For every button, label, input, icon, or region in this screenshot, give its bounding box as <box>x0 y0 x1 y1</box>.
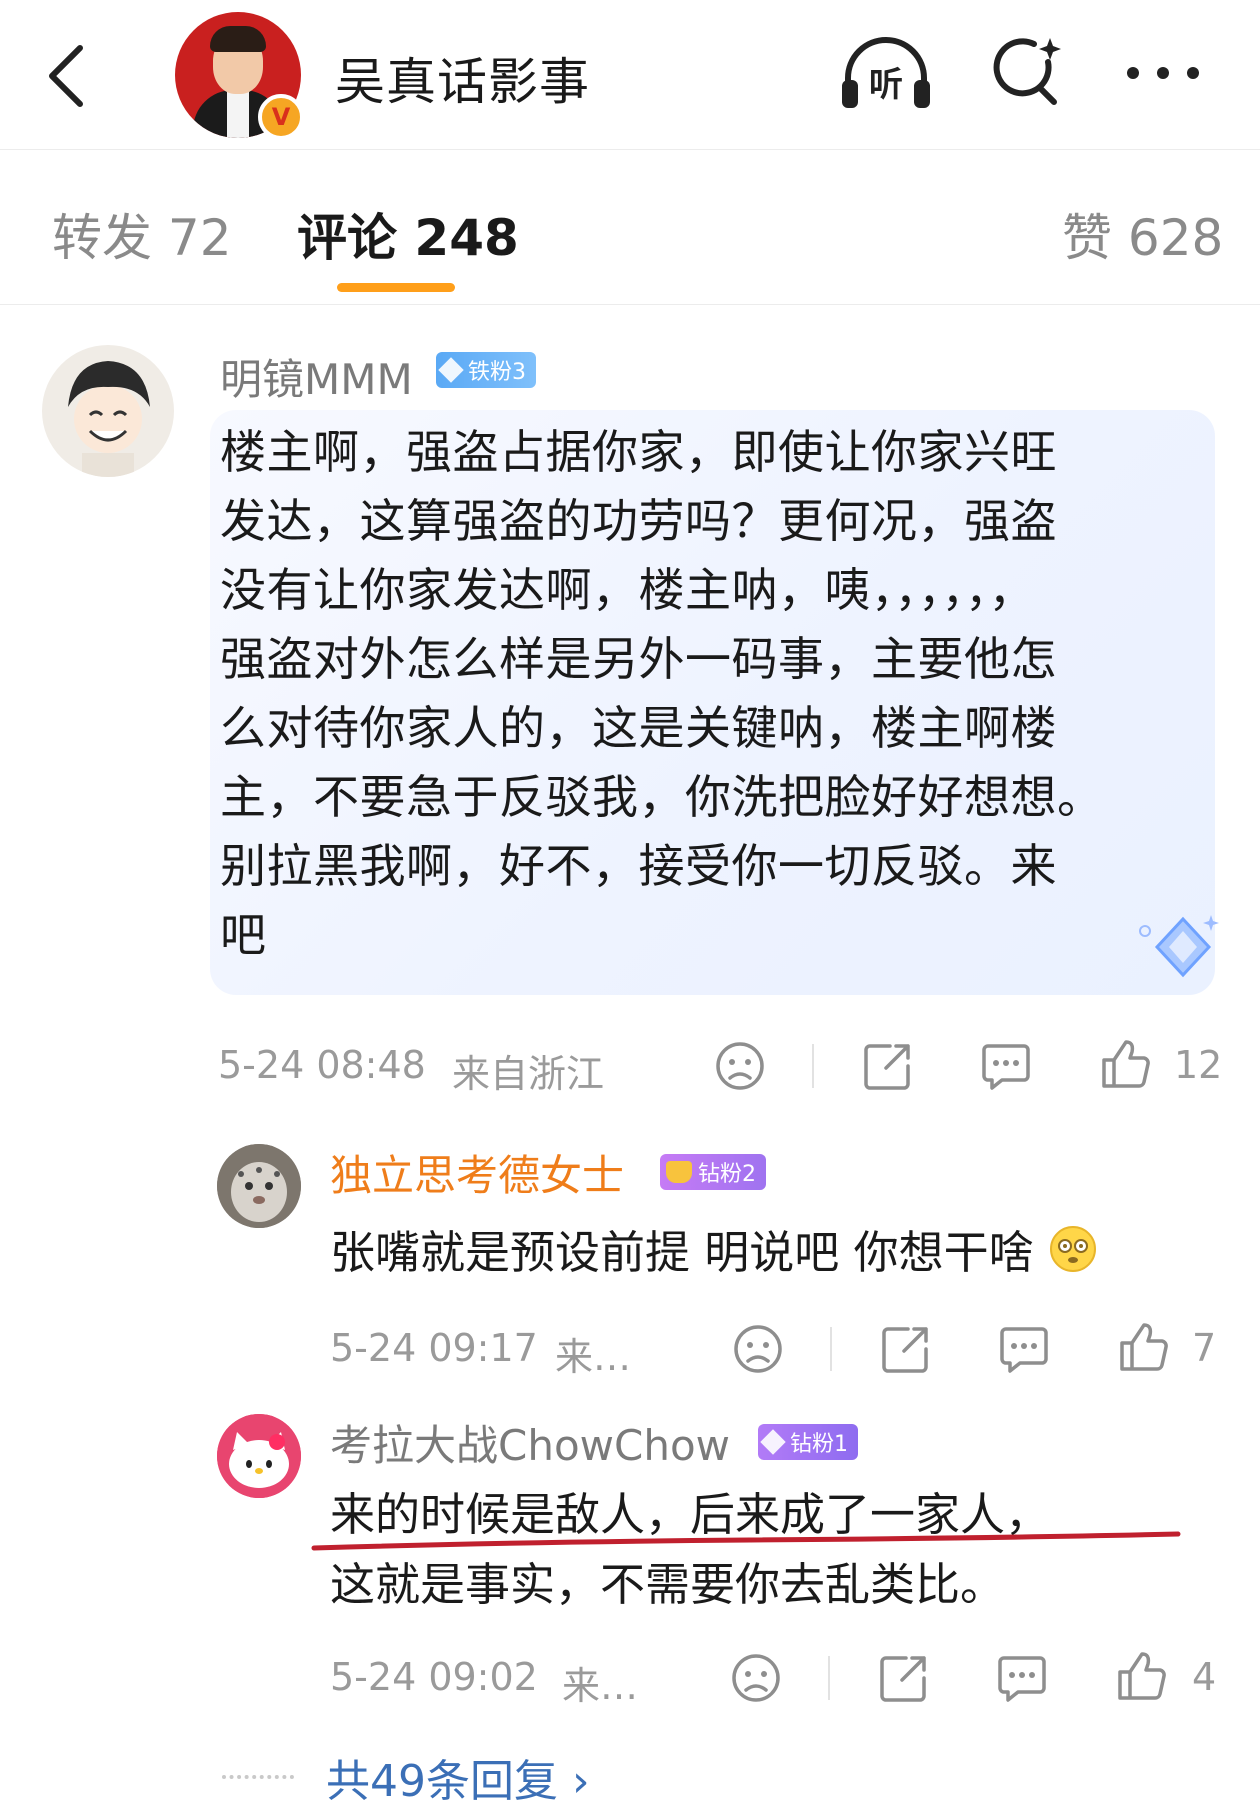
dotted-divider <box>222 1775 294 1779</box>
comment-line: 吧 <box>220 908 267 962</box>
more-replies-link[interactable]: 共49条回复 › <box>326 1745 590 1809</box>
top-bar: V 吴真话影事 听 <box>0 0 1260 150</box>
comment-body: 楼主啊，强盗占据你家，即使让你家兴旺 发达，这算强盗的功劳吗？更何况，强盗 没有… <box>220 418 1104 970</box>
comment-location: 来自浙江 <box>452 1052 605 1096</box>
fan-badge-label: 钻粉1 <box>790 1432 848 1457</box>
thumbs-up-icon[interactable] <box>1098 1036 1154 1092</box>
hello-kitty-avatar-icon <box>217 1414 301 1498</box>
search-sparkle-icon <box>993 38 1061 105</box>
tab-repost[interactable]: 转发 72 <box>52 198 232 270</box>
reply-avatar[interactable] <box>217 1414 301 1498</box>
comment-time: 5-24 08:48 <box>218 1043 426 1087</box>
fan-badge: 钻粉1 <box>758 1424 858 1460</box>
fan-badge: 铁粉3 <box>436 352 536 388</box>
comment-line: 楼主啊，强盗占据你家，即使让你家兴旺 <box>220 425 1057 479</box>
comment-line: 主，不要急于反驳我，你洗把脸好好想想。 <box>220 770 1104 824</box>
commenter-name[interactable]: 明镜MMM <box>220 346 413 407</box>
comment-line: 发达，这算强盗的功劳吗？更何况，强盗 <box>220 494 1057 548</box>
divider <box>828 1656 830 1700</box>
tab-bar: 转发 72 评论 248 赞 628 <box>0 150 1260 305</box>
like-count: 7 <box>1192 1326 1217 1370</box>
dislike-face-icon[interactable] <box>730 1321 786 1377</box>
hand-drawn-underline <box>311 1531 1181 1551</box>
reply-time: 5-24 09:17 <box>330 1326 538 1370</box>
headphones-icon: 听 <box>842 37 930 108</box>
listen-label: 听 <box>869 65 903 105</box>
dislike-face-icon[interactable] <box>728 1650 784 1706</box>
diamond-decoration-icon <box>1139 915 1219 978</box>
reply-bubble-icon[interactable] <box>994 1650 1050 1706</box>
active-tab-indicator <box>337 283 455 292</box>
chevron-left-icon <box>49 45 83 107</box>
fan-badge-label: 钻粉2 <box>698 1162 756 1187</box>
reply-avatar[interactable] <box>217 1144 301 1228</box>
tab-likes[interactable]: 赞 628 <box>1062 198 1223 270</box>
share-icon[interactable] <box>860 1038 916 1094</box>
more-dots-icon <box>1127 67 1199 79</box>
reply-location: 来… <box>555 1335 632 1379</box>
fan-badge-label: 铁粉3 <box>468 360 526 385</box>
like-count: 12 <box>1174 1043 1223 1087</box>
reply-bubble-icon[interactable] <box>978 1038 1034 1094</box>
back-button[interactable] <box>40 40 100 110</box>
gem-icon <box>760 1429 786 1455</box>
reply-body: 张嘴就是预设前提 明说吧 你想干啥 <box>330 1218 1098 1288</box>
more-button[interactable] <box>1118 48 1208 98</box>
reply-line: 这就是事实，不需要你去乱类比。 <box>330 1558 1006 1611</box>
tab-comments[interactable]: 评论 248 <box>297 198 519 270</box>
dizzy-emoji-icon <box>1049 1226 1096 1272</box>
reply-text: 张嘴就是预设前提 明说吧 你想干啥 <box>330 1226 1034 1279</box>
snow-leopard-avatar-icon <box>217 1144 301 1228</box>
reply-time: 5-24 09:02 <box>330 1655 538 1699</box>
search-button[interactable] <box>988 32 1068 112</box>
commenter-avatar[interactable] <box>42 345 174 477</box>
thumbs-up-icon[interactable] <box>1116 1319 1172 1375</box>
share-icon[interactable] <box>878 1321 934 1377</box>
listen-button[interactable]: 听 <box>838 34 934 114</box>
reply-location: 来… <box>562 1664 639 1708</box>
comment-line: 别拉黑我啊，好不，接受你一切反驳。来 <box>220 839 1057 893</box>
like-count: 4 <box>1192 1655 1217 1699</box>
reply-username[interactable]: 独立思考德女士 <box>330 1142 624 1203</box>
fan-badge: 钻粉2 <box>660 1154 766 1190</box>
divider <box>812 1044 814 1088</box>
reply-bubble-icon[interactable] <box>996 1321 1052 1377</box>
crown-icon <box>666 1161 692 1183</box>
anime-boy-avatar-icon <box>68 361 150 477</box>
comment-line: 么对待你家人的，这是关键呐，楼主啊楼 <box>220 701 1057 755</box>
reply-username[interactable]: 考拉大战ChowChow <box>330 1412 730 1473</box>
gem-icon <box>438 357 464 383</box>
comment-line: 强盗对外怎么样是另外一码事，主要他怎 <box>220 632 1057 686</box>
view-all-replies[interactable]: 共49条回复 › <box>222 1745 590 1809</box>
thumbs-up-icon[interactable] <box>1114 1648 1170 1704</box>
comment-line: 没有让你家发达啊，楼主呐，咦，，，，，， <box>220 563 1035 617</box>
blogger-name[interactable]: 吴真话影事 <box>335 42 590 114</box>
dislike-face-icon[interactable] <box>712 1038 768 1094</box>
share-icon[interactable] <box>876 1650 932 1706</box>
divider <box>830 1327 832 1371</box>
verified-badge: V <box>258 94 304 140</box>
